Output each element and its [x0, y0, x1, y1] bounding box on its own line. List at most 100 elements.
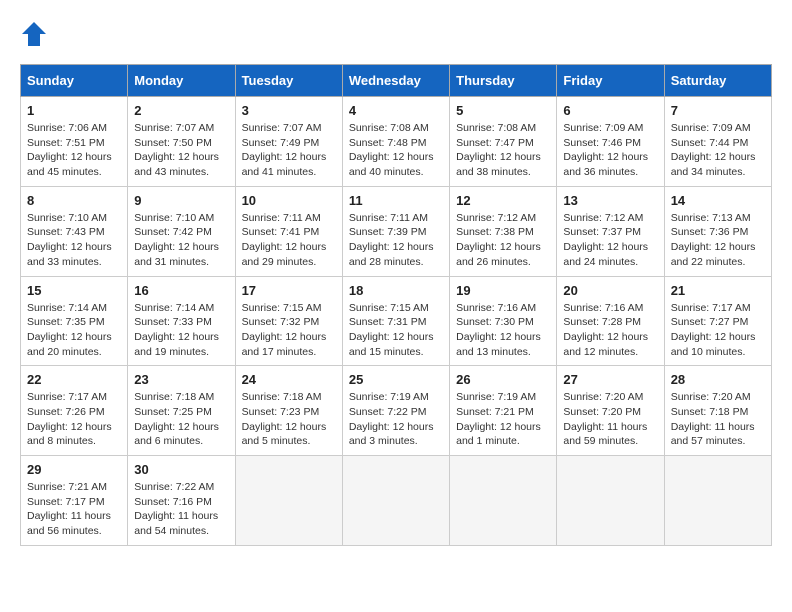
day-number: 10 [242, 193, 336, 208]
day-info: Sunrise: 7:14 AMSunset: 7:33 PMDaylight:… [134, 301, 228, 360]
day-info: Sunrise: 7:10 AMSunset: 7:43 PMDaylight:… [27, 211, 121, 270]
day-number: 23 [134, 372, 228, 387]
day-info: Sunrise: 7:21 AMSunset: 7:17 PMDaylight:… [27, 480, 121, 539]
calendar-cell: 9 Sunrise: 7:10 AMSunset: 7:42 PMDayligh… [128, 186, 235, 276]
calendar-cell [235, 456, 342, 546]
calendar-cell: 6 Sunrise: 7:09 AMSunset: 7:46 PMDayligh… [557, 97, 664, 187]
day-info: Sunrise: 7:09 AMSunset: 7:46 PMDaylight:… [563, 121, 657, 180]
day-number: 19 [456, 283, 550, 298]
day-info: Sunrise: 7:11 AMSunset: 7:41 PMDaylight:… [242, 211, 336, 270]
day-info: Sunrise: 7:12 AMSunset: 7:37 PMDaylight:… [563, 211, 657, 270]
day-info: Sunrise: 7:11 AMSunset: 7:39 PMDaylight:… [349, 211, 443, 270]
calendar-header-friday: Friday [557, 65, 664, 97]
calendar-cell: 19 Sunrise: 7:16 AMSunset: 7:30 PMDaylig… [450, 276, 557, 366]
calendar-week-3: 15 Sunrise: 7:14 AMSunset: 7:35 PMDaylig… [21, 276, 772, 366]
day-info: Sunrise: 7:15 AMSunset: 7:32 PMDaylight:… [242, 301, 336, 360]
calendar-cell: 15 Sunrise: 7:14 AMSunset: 7:35 PMDaylig… [21, 276, 128, 366]
calendar-cell: 4 Sunrise: 7:08 AMSunset: 7:48 PMDayligh… [342, 97, 449, 187]
day-info: Sunrise: 7:12 AMSunset: 7:38 PMDaylight:… [456, 211, 550, 270]
calendar-cell: 30 Sunrise: 7:22 AMSunset: 7:16 PMDaylig… [128, 456, 235, 546]
day-info: Sunrise: 7:19 AMSunset: 7:21 PMDaylight:… [456, 390, 550, 449]
calendar-body: 1 Sunrise: 7:06 AMSunset: 7:51 PMDayligh… [21, 97, 772, 546]
calendar-cell [557, 456, 664, 546]
day-info: Sunrise: 7:16 AMSunset: 7:28 PMDaylight:… [563, 301, 657, 360]
calendar-header-thursday: Thursday [450, 65, 557, 97]
calendar-cell: 3 Sunrise: 7:07 AMSunset: 7:49 PMDayligh… [235, 97, 342, 187]
day-number: 2 [134, 103, 228, 118]
day-number: 29 [27, 462, 121, 477]
calendar-cell: 5 Sunrise: 7:08 AMSunset: 7:47 PMDayligh… [450, 97, 557, 187]
day-info: Sunrise: 7:08 AMSunset: 7:47 PMDaylight:… [456, 121, 550, 180]
day-info: Sunrise: 7:06 AMSunset: 7:51 PMDaylight:… [27, 121, 121, 180]
calendar-cell: 10 Sunrise: 7:11 AMSunset: 7:41 PMDaylig… [235, 186, 342, 276]
calendar-cell: 17 Sunrise: 7:15 AMSunset: 7:32 PMDaylig… [235, 276, 342, 366]
calendar-header-monday: Monday [128, 65, 235, 97]
calendar-cell: 12 Sunrise: 7:12 AMSunset: 7:38 PMDaylig… [450, 186, 557, 276]
day-info: Sunrise: 7:07 AMSunset: 7:50 PMDaylight:… [134, 121, 228, 180]
day-number: 25 [349, 372, 443, 387]
calendar-table: SundayMondayTuesdayWednesdayThursdayFrid… [20, 64, 772, 546]
day-number: 24 [242, 372, 336, 387]
day-number: 14 [671, 193, 765, 208]
calendar-header-wednesday: Wednesday [342, 65, 449, 97]
calendar-cell: 7 Sunrise: 7:09 AMSunset: 7:44 PMDayligh… [664, 97, 771, 187]
calendar-cell: 11 Sunrise: 7:11 AMSunset: 7:39 PMDaylig… [342, 186, 449, 276]
day-info: Sunrise: 7:13 AMSunset: 7:36 PMDaylight:… [671, 211, 765, 270]
day-info: Sunrise: 7:18 AMSunset: 7:23 PMDaylight:… [242, 390, 336, 449]
day-info: Sunrise: 7:22 AMSunset: 7:16 PMDaylight:… [134, 480, 228, 539]
day-info: Sunrise: 7:18 AMSunset: 7:25 PMDaylight:… [134, 390, 228, 449]
calendar-cell: 28 Sunrise: 7:20 AMSunset: 7:18 PMDaylig… [664, 366, 771, 456]
calendar-cell: 25 Sunrise: 7:19 AMSunset: 7:22 PMDaylig… [342, 366, 449, 456]
day-number: 1 [27, 103, 121, 118]
day-number: 13 [563, 193, 657, 208]
day-number: 17 [242, 283, 336, 298]
day-number: 7 [671, 103, 765, 118]
calendar-cell: 23 Sunrise: 7:18 AMSunset: 7:25 PMDaylig… [128, 366, 235, 456]
day-info: Sunrise: 7:07 AMSunset: 7:49 PMDaylight:… [242, 121, 336, 180]
day-number: 30 [134, 462, 228, 477]
calendar-week-4: 22 Sunrise: 7:17 AMSunset: 7:26 PMDaylig… [21, 366, 772, 456]
day-info: Sunrise: 7:10 AMSunset: 7:42 PMDaylight:… [134, 211, 228, 270]
page-header [20, 20, 772, 48]
calendar-cell: 27 Sunrise: 7:20 AMSunset: 7:20 PMDaylig… [557, 366, 664, 456]
day-number: 12 [456, 193, 550, 208]
day-number: 18 [349, 283, 443, 298]
calendar-cell: 13 Sunrise: 7:12 AMSunset: 7:37 PMDaylig… [557, 186, 664, 276]
day-number: 16 [134, 283, 228, 298]
day-info: Sunrise: 7:19 AMSunset: 7:22 PMDaylight:… [349, 390, 443, 449]
day-info: Sunrise: 7:16 AMSunset: 7:30 PMDaylight:… [456, 301, 550, 360]
day-info: Sunrise: 7:17 AMSunset: 7:26 PMDaylight:… [27, 390, 121, 449]
calendar-cell: 14 Sunrise: 7:13 AMSunset: 7:36 PMDaylig… [664, 186, 771, 276]
calendar-header-saturday: Saturday [664, 65, 771, 97]
calendar-cell [342, 456, 449, 546]
day-number: 4 [349, 103, 443, 118]
day-number: 15 [27, 283, 121, 298]
day-info: Sunrise: 7:20 AMSunset: 7:18 PMDaylight:… [671, 390, 765, 449]
calendar-header-row: SundayMondayTuesdayWednesdayThursdayFrid… [21, 65, 772, 97]
calendar-cell: 8 Sunrise: 7:10 AMSunset: 7:43 PMDayligh… [21, 186, 128, 276]
calendar-week-5: 29 Sunrise: 7:21 AMSunset: 7:17 PMDaylig… [21, 456, 772, 546]
day-number: 26 [456, 372, 550, 387]
calendar-week-2: 8 Sunrise: 7:10 AMSunset: 7:43 PMDayligh… [21, 186, 772, 276]
calendar-cell: 16 Sunrise: 7:14 AMSunset: 7:33 PMDaylig… [128, 276, 235, 366]
calendar-cell: 24 Sunrise: 7:18 AMSunset: 7:23 PMDaylig… [235, 366, 342, 456]
calendar-cell: 2 Sunrise: 7:07 AMSunset: 7:50 PMDayligh… [128, 97, 235, 187]
day-number: 6 [563, 103, 657, 118]
logo-icon [20, 20, 48, 48]
day-number: 8 [27, 193, 121, 208]
calendar-cell [664, 456, 771, 546]
logo [20, 20, 52, 48]
calendar-header-sunday: Sunday [21, 65, 128, 97]
calendar-cell: 1 Sunrise: 7:06 AMSunset: 7:51 PMDayligh… [21, 97, 128, 187]
calendar-cell: 22 Sunrise: 7:17 AMSunset: 7:26 PMDaylig… [21, 366, 128, 456]
day-info: Sunrise: 7:20 AMSunset: 7:20 PMDaylight:… [563, 390, 657, 449]
day-number: 27 [563, 372, 657, 387]
day-number: 3 [242, 103, 336, 118]
calendar-cell [450, 456, 557, 546]
calendar-cell: 26 Sunrise: 7:19 AMSunset: 7:21 PMDaylig… [450, 366, 557, 456]
calendar-cell: 21 Sunrise: 7:17 AMSunset: 7:27 PMDaylig… [664, 276, 771, 366]
day-info: Sunrise: 7:15 AMSunset: 7:31 PMDaylight:… [349, 301, 443, 360]
calendar-cell: 29 Sunrise: 7:21 AMSunset: 7:17 PMDaylig… [21, 456, 128, 546]
day-number: 22 [27, 372, 121, 387]
calendar-week-1: 1 Sunrise: 7:06 AMSunset: 7:51 PMDayligh… [21, 97, 772, 187]
